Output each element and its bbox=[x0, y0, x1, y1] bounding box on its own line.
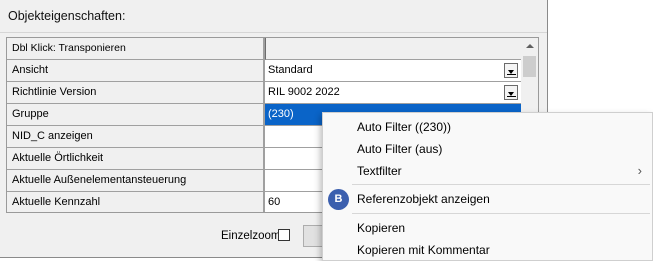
property-value: Standard bbox=[268, 64, 313, 76]
reference-object-icon: B bbox=[328, 189, 349, 210]
dropdown-arrow-icon[interactable] bbox=[504, 85, 518, 100]
menu-item-label: Auto Filter (aus) bbox=[357, 142, 443, 156]
menu-item-textfilter[interactable]: Textfilter › bbox=[323, 160, 652, 182]
menu-item-label: Auto Filter ((230)) bbox=[357, 120, 452, 134]
scrollbar-thumb[interactable] bbox=[523, 56, 536, 77]
dialog-title: Objekteigenschaften: bbox=[8, 9, 126, 23]
menu-item-auto-filter-value[interactable]: Auto Filter ((230)) bbox=[323, 116, 652, 138]
property-name: Aktuelle Örtlichkeit bbox=[7, 148, 265, 170]
einzelzoom-label: Einzelzoom bbox=[221, 230, 281, 242]
property-name: Aktuelle Kennzahl bbox=[7, 192, 265, 212]
context-menu: Auto Filter ((230)) Auto Filter (aus) Te… bbox=[322, 112, 653, 261]
menu-item-label: Textfilter bbox=[357, 164, 402, 178]
menu-item-label: Kopieren bbox=[357, 221, 406, 235]
scroll-up-arrow-icon[interactable] bbox=[521, 38, 538, 55]
property-value: RIL 9002 2022 bbox=[268, 86, 340, 98]
property-value-select[interactable]: RIL 9002 2022 bbox=[265, 82, 521, 104]
property-name: Gruppe bbox=[7, 104, 265, 126]
menu-item-label: Kopieren mit Kommentar bbox=[357, 243, 490, 257]
menu-item-kopieren[interactable]: Kopieren bbox=[323, 217, 652, 239]
title-divider bbox=[0, 32, 547, 33]
property-name: Ansicht bbox=[7, 60, 265, 82]
property-row-richtlinie-version[interactable]: Richtlinie Version RIL 9002 2022 bbox=[7, 82, 521, 104]
menu-item-referenzobjekt-anzeigen[interactable]: B Referenzobjekt anzeigen bbox=[323, 188, 652, 210]
property-name: NID_C anzeigen bbox=[7, 126, 265, 148]
menu-separator bbox=[352, 184, 650, 185]
grid-header-label: Dbl Klick: Transponieren bbox=[7, 38, 265, 60]
grid-header-row[interactable]: Dbl Klick: Transponieren bbox=[7, 38, 521, 60]
menu-item-auto-filter-off[interactable]: Auto Filter (aus) bbox=[323, 138, 652, 160]
dropdown-arrow-icon[interactable] bbox=[504, 63, 518, 78]
einzelzoom-checkbox[interactable] bbox=[278, 229, 290, 241]
grid-header-value bbox=[265, 38, 521, 60]
menu-item-label: Referenzobjekt anzeigen bbox=[357, 192, 490, 206]
property-name: Aktuelle Außenelementansteuerung bbox=[7, 170, 265, 192]
menu-item-kopieren-mit-kommentar[interactable]: Kopieren mit Kommentar bbox=[323, 239, 652, 261]
chevron-right-icon: › bbox=[637, 163, 642, 178]
property-value-select[interactable]: Standard bbox=[265, 60, 521, 82]
property-name: Richtlinie Version bbox=[7, 82, 265, 104]
menu-separator bbox=[352, 213, 650, 214]
property-row-ansicht[interactable]: Ansicht Standard bbox=[7, 60, 521, 82]
